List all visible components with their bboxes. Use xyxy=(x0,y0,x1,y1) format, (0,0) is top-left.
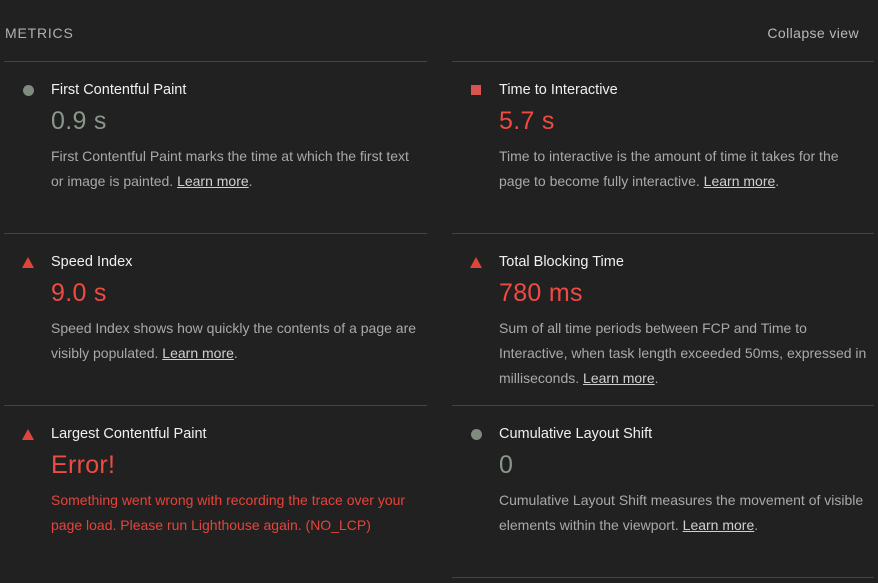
learn-more-link[interactable]: Learn more xyxy=(583,370,655,386)
metric-value: Error! xyxy=(51,451,116,479)
learn-more-link[interactable]: Learn more xyxy=(162,345,234,361)
section-title: METRICS xyxy=(5,25,74,41)
description-text: Sum of all time periods between FCP and … xyxy=(499,320,867,386)
metric-cumulative-layout-shift: Cumulative Layout Shift 0 Cumulative Lay… xyxy=(452,405,874,577)
metric-description: First Contentful Paint marks the time at… xyxy=(51,144,419,194)
metric-error-message: Something went wrong with recording the … xyxy=(51,492,406,533)
metric-name: First Contentful Paint xyxy=(51,82,187,98)
metric-value: 9.0 s xyxy=(51,279,107,307)
metric-name: Speed Index xyxy=(51,254,133,270)
metrics-header: METRICS Collapse view xyxy=(0,0,878,62)
learn-more-link[interactable]: Learn more xyxy=(683,517,755,533)
metrics-column-right: Time to Interactive 5.7 s Time to intera… xyxy=(452,61,874,578)
metric-first-contentful-paint: First Contentful Paint 0.9 s First Conte… xyxy=(4,61,427,233)
fail-triangle-icon xyxy=(470,257,482,268)
metric-description: Sum of all time periods between FCP and … xyxy=(499,316,867,391)
period: . xyxy=(248,173,253,189)
description-text: Cumulative Layout Shift measures the mov… xyxy=(499,492,864,533)
metric-name: Largest Contentful Paint xyxy=(51,426,207,442)
average-square-icon xyxy=(471,85,481,95)
metrics-column-left: First Contentful Paint 0.9 s First Conte… xyxy=(4,61,427,577)
fail-triangle-icon xyxy=(22,257,34,268)
metric-value: 780 ms xyxy=(499,279,583,307)
period: . xyxy=(233,345,238,361)
metric-time-to-interactive: Time to Interactive 5.7 s Time to intera… xyxy=(452,61,874,233)
metric-name: Total Blocking Time xyxy=(499,254,624,270)
fail-triangle-icon xyxy=(22,429,34,440)
metric-name: Cumulative Layout Shift xyxy=(499,426,653,442)
metric-description: Time to interactive is the amount of tim… xyxy=(499,144,867,194)
metric-total-blocking-time: Total Blocking Time 780 ms Sum of all ti… xyxy=(452,233,874,405)
metric-description: Cumulative Layout Shift measures the mov… xyxy=(499,488,867,538)
pass-circle-icon xyxy=(471,429,482,440)
period: . xyxy=(754,517,759,533)
divider xyxy=(452,577,874,578)
metric-description: Speed Index shows how quickly the conten… xyxy=(51,316,419,366)
pass-circle-icon xyxy=(23,85,34,96)
metric-value: 0 xyxy=(499,451,514,479)
metric-largest-contentful-paint: Largest Contentful Paint Error! Somethin… xyxy=(4,405,427,577)
metric-speed-index: Speed Index 9.0 s Speed Index shows how … xyxy=(4,233,427,405)
learn-more-link[interactable]: Learn more xyxy=(704,173,776,189)
metric-value: 0.9 s xyxy=(51,107,107,135)
period: . xyxy=(654,370,659,386)
learn-more-link[interactable]: Learn more xyxy=(177,173,249,189)
collapse-view-toggle[interactable]: Collapse view xyxy=(767,25,859,41)
metric-name: Time to Interactive xyxy=(499,82,618,98)
metric-value: 5.7 s xyxy=(499,107,555,135)
period: . xyxy=(775,173,780,189)
description-text: Time to interactive is the amount of tim… xyxy=(499,148,839,189)
